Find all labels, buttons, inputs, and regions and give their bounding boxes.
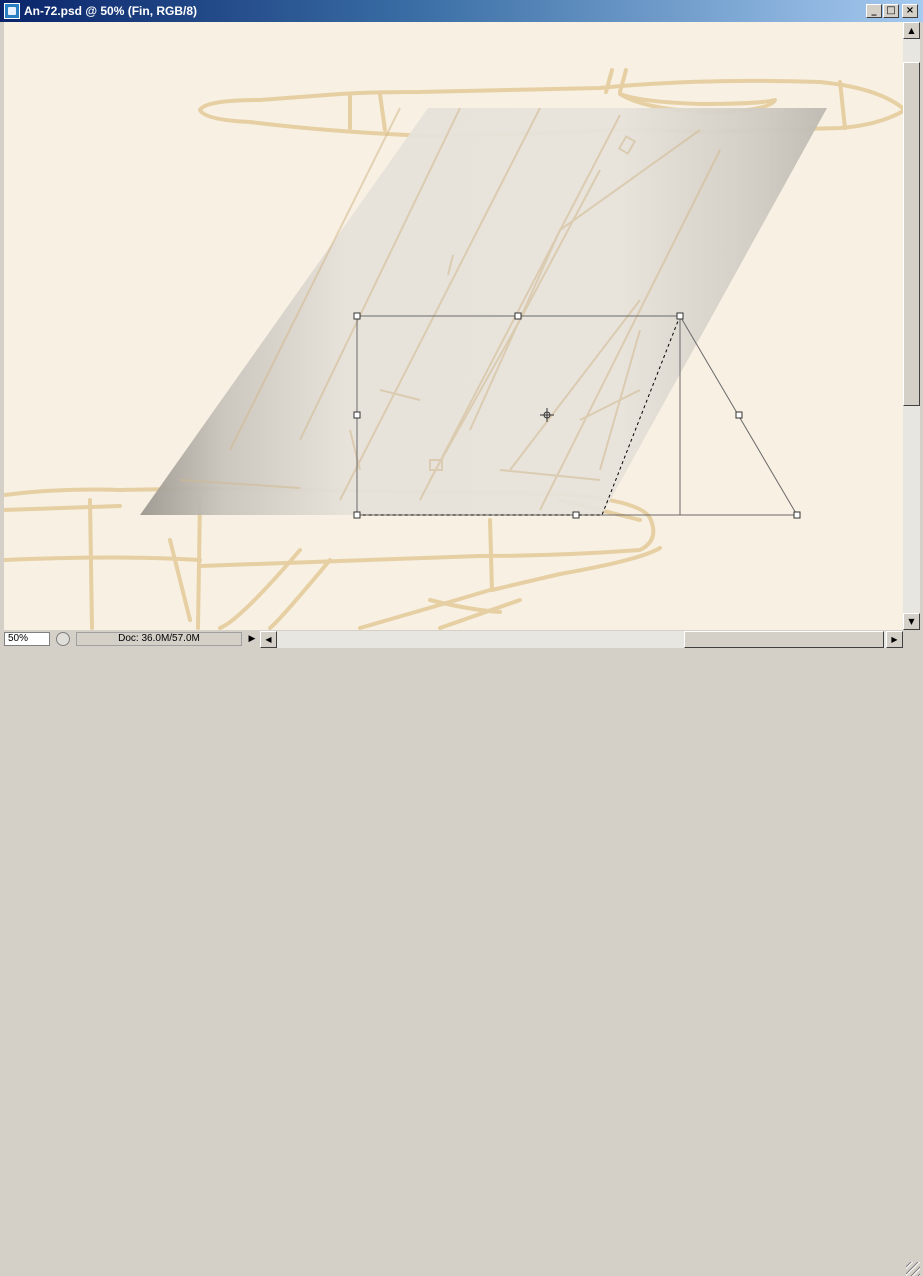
status-menu-arrow-icon[interactable]: ▶ [246, 632, 258, 646]
minimize-button[interactable]: _ [866, 4, 882, 18]
vertical-scroll-thumb[interactable] [903, 62, 920, 406]
title-bar[interactable]: An-72.psd @ 50% (Fin, RGB/8) _ □ × [0, 0, 923, 22]
zoom-level-field[interactable]: 50% [4, 632, 50, 646]
scroll-left-arrow-icon[interactable]: ◀ [260, 631, 277, 648]
horizontal-scrollbar[interactable]: ◀ ▶ [260, 631, 903, 648]
document-size-info: Doc: 36.0M/57.0M [76, 632, 242, 646]
horizontal-scroll-thumb[interactable] [684, 631, 884, 648]
fin-layer [140, 108, 827, 515]
document-canvas[interactable] [4, 22, 903, 630]
status-info-icon[interactable] [56, 632, 70, 646]
scroll-right-arrow-icon[interactable]: ▶ [886, 631, 903, 648]
resize-grip-icon[interactable] [906, 1262, 920, 1276]
status-bar: 50% Doc: 36.0M/57.0M ▶ ◀ ▶ [0, 630, 923, 1276]
canvas-artwork [4, 68, 903, 630]
window-title: An-72.psd @ 50% (Fin, RGB/8) [24, 4, 198, 18]
vertical-scrollbar[interactable]: ▲ ▼ [903, 22, 920, 630]
scroll-up-arrow-icon[interactable]: ▲ [903, 22, 920, 39]
scroll-down-arrow-icon[interactable]: ▼ [903, 613, 920, 630]
document-window: An-72.psd @ 50% (Fin, RGB/8) _ □ × ▲ ▼ 5… [0, 0, 923, 1276]
photoshop-document-icon[interactable] [4, 3, 20, 19]
maximize-button[interactable]: □ [883, 4, 899, 18]
close-button[interactable]: × [902, 4, 918, 18]
